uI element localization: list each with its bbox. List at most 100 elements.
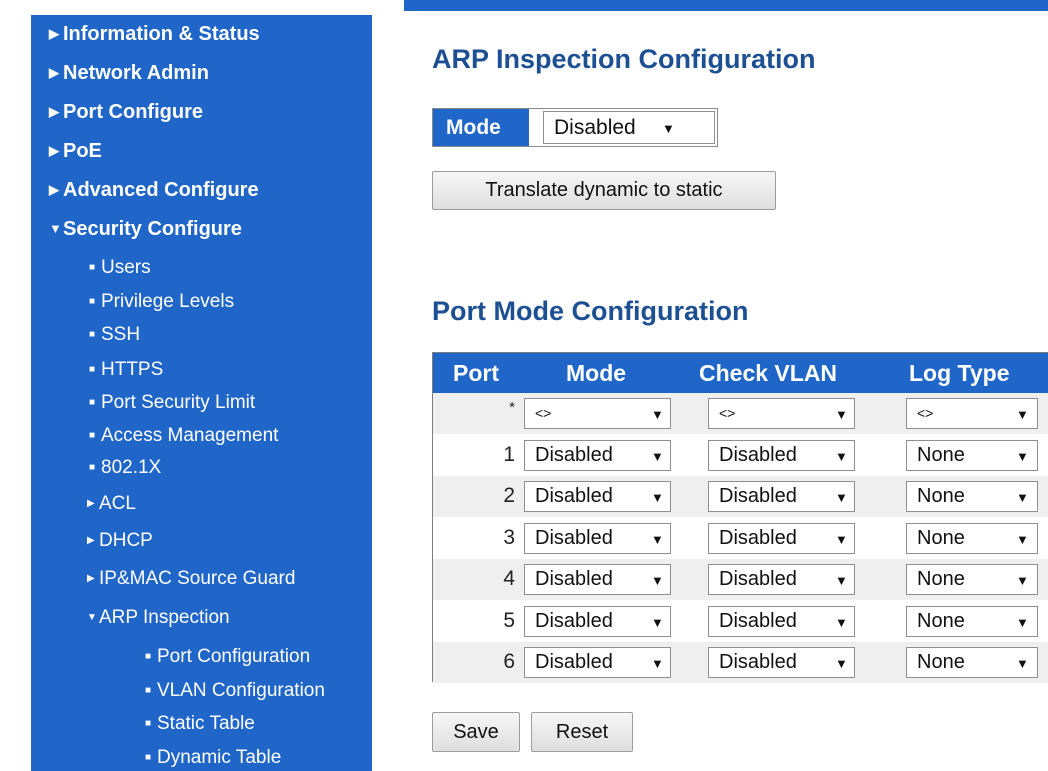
sidebar-item-ip-mac-source-guard[interactable]: ▶ IP&MAC Source Guard	[87, 568, 295, 590]
page-title: ARP Inspection Configuration	[432, 44, 816, 74]
column-header-log-type: Log Type	[909, 360, 1010, 386]
port-mode-table: Port Mode Check VLAN Log Type * <> ▼ <> ▼ <> ▼…	[432, 352, 1048, 683]
sidebar-item-dhcp[interactable]: ▶ DHCP	[87, 530, 153, 552]
sidebar-item-users[interactable]: ■ Users	[89, 257, 151, 279]
table-row: 1 Disabled ▼ Disabled ▼ None ▼	[433, 435, 1048, 476]
caret-right-icon: ▶	[87, 498, 95, 509]
sidebar-item-advanced-configure[interactable]: ▶ Advanced Configure	[49, 179, 259, 202]
chevron-down-icon: ▼	[835, 448, 848, 464]
check-vlan-select[interactable]: Disabled ▼	[708, 439, 855, 471]
sidebar-item-dynamic-table[interactable]: ■ Dynamic Table	[145, 747, 281, 769]
select-value: Disabled	[719, 485, 797, 507]
sidebar-item-acl[interactable]: ▶ ACL	[87, 493, 136, 515]
save-button[interactable]: Save	[432, 712, 520, 752]
mode-select[interactable]: Disabled ▼	[543, 111, 715, 144]
log-type-select[interactable]: None ▼	[906, 522, 1038, 554]
mode-select[interactable]: Disabled ▼	[524, 481, 671, 512]
chevron-down-icon: ▼	[651, 573, 664, 588]
select-value: Disabled	[535, 568, 613, 590]
sidebar-item-label: IP&MAC Source Guard	[99, 568, 296, 589]
sidebar-item-network-admin[interactable]: ▶ Network Admin	[49, 62, 209, 85]
select-value: Disabled	[535, 485, 613, 507]
column-header-port: Port	[453, 360, 499, 386]
sidebar-item-static-table[interactable]: ■ Static Table	[145, 713, 255, 735]
sidebar-item-https[interactable]: ■ HTTPS	[89, 359, 163, 381]
select-value: Disabled	[719, 609, 797, 632]
sidebar-item-label: Port Configuration	[157, 646, 311, 667]
log-type-select[interactable]: None ▼	[906, 564, 1038, 595]
caret-right-icon: ▶	[87, 535, 95, 546]
sidebar-item-poe[interactable]: ▶ PoE	[49, 140, 102, 163]
check-vlan-select[interactable]: Disabled ▼	[708, 481, 855, 512]
sidebar-item-arp-inspection[interactable]: ▼ ARP Inspection	[87, 607, 230, 629]
bullet-icon: ■	[145, 651, 152, 662]
mode-select-value: Disabled	[554, 116, 636, 139]
bullet-icon: ■	[145, 718, 152, 729]
select-value: Disabled	[719, 443, 797, 466]
sidebar-item-label: ACL	[99, 493, 136, 514]
port-number: 6	[503, 650, 515, 673]
caret-down-icon: ▼	[49, 221, 62, 236]
reset-button[interactable]: Reset	[531, 712, 633, 752]
sidebar-item-port-configuration[interactable]: ■ Port Configuration	[145, 646, 310, 668]
sidebar-item-label: 802.1X	[101, 457, 162, 478]
log-type-select[interactable]: None ▼	[906, 439, 1038, 471]
caret-down-icon: ▼	[87, 612, 97, 623]
port-number: 3	[503, 525, 515, 549]
table-row: 2 Disabled ▼ Disabled ▼ None ▼	[433, 476, 1048, 517]
mode-select[interactable]: Disabled ▼	[524, 522, 671, 554]
caret-right-icon: ▶	[49, 182, 59, 197]
mode-control: Mode Disabled ▼	[432, 108, 718, 147]
sidebar-item-label: Users	[101, 257, 151, 278]
sidebar-item-vlan-configuration[interactable]: ■ VLAN Configuration	[145, 680, 325, 702]
sidebar-item-security-configure[interactable]: ▼Security Configure	[49, 218, 242, 241]
column-header-mode: Mode	[566, 360, 627, 386]
check-vlan-select[interactable]: Disabled ▼	[708, 564, 855, 595]
chevron-down-icon: ▼	[835, 614, 848, 630]
sidebar-item-label: Security Configure	[63, 218, 242, 240]
mode-select[interactable]: Disabled ▼	[524, 439, 671, 471]
bullet-icon: ■	[89, 296, 96, 307]
port-number: 5	[503, 608, 515, 632]
check-vlan-select[interactable]: Disabled ▼	[708, 522, 855, 554]
select-value: Disabled	[535, 651, 613, 673]
translate-dynamic-to-static-button[interactable]: Translate dynamic to static	[432, 171, 776, 210]
sidebar-item-access-management[interactable]: ■ Access Management	[89, 425, 278, 447]
sidebar-item-privilege-levels[interactable]: ■ Privilege Levels	[89, 291, 234, 313]
sidebar-item-port-security-limit[interactable]: ■ Port Security Limit	[89, 392, 255, 414]
sidebar-item-label: Port Configure	[63, 101, 203, 123]
sidebar-item-information-status[interactable]: ▶ Information & Status	[49, 23, 260, 46]
sidebar-item-ssh[interactable]: ■ SSH	[89, 324, 140, 346]
check-vlan-select[interactable]: <> ▼	[708, 398, 855, 429]
port-number: 1	[503, 442, 515, 466]
bullet-icon: ■	[89, 397, 96, 408]
select-value: Disabled	[719, 651, 797, 673]
sidebar-item-label: Port Security Limit	[101, 392, 256, 413]
sidebar-item-port-configure[interactable]: ▶ Port Configure	[49, 101, 203, 124]
log-type-select[interactable]: None ▼	[906, 481, 1038, 512]
log-type-select[interactable]: None ▼	[906, 647, 1038, 678]
mode-select[interactable]: Disabled ▼	[524, 564, 671, 595]
port-number: 2	[503, 484, 515, 507]
column-header-check-vlan: Check VLAN	[699, 360, 838, 386]
table-row: 5 Disabled ▼ Disabled ▼ None ▼	[433, 601, 1048, 642]
check-vlan-select[interactable]: Disabled ▼	[708, 605, 855, 637]
caret-right-icon: ▶	[49, 65, 59, 80]
check-vlan-select[interactable]: Disabled ▼	[708, 647, 855, 678]
caret-right-icon: ▶	[49, 104, 59, 119]
mode-select[interactable]: Disabled ▼	[524, 605, 671, 637]
log-type-select[interactable]: <> ▼	[906, 398, 1038, 429]
table-header: Port Mode Check VLAN Log Type	[433, 353, 1048, 393]
table-row: 4 Disabled ▼ Disabled ▼ None ▼	[433, 559, 1048, 600]
chevron-down-icon: ▼	[835, 531, 848, 547]
sidebar-item-label: HTTPS	[101, 359, 164, 380]
chevron-down-icon: ▼	[1016, 531, 1029, 547]
port-number: 4	[503, 567, 515, 590]
mode-select[interactable]: <> ▼	[524, 398, 671, 429]
mode-select[interactable]: Disabled ▼	[524, 647, 671, 678]
select-value: <>	[917, 405, 934, 421]
sidebar-item-802-1x[interactable]: ■ 802.1X	[89, 457, 161, 479]
table-row: 6 Disabled ▼ Disabled ▼ None ▼	[433, 642, 1048, 683]
chevron-down-icon: ▼	[651, 448, 664, 464]
log-type-select[interactable]: None ▼	[906, 605, 1038, 637]
